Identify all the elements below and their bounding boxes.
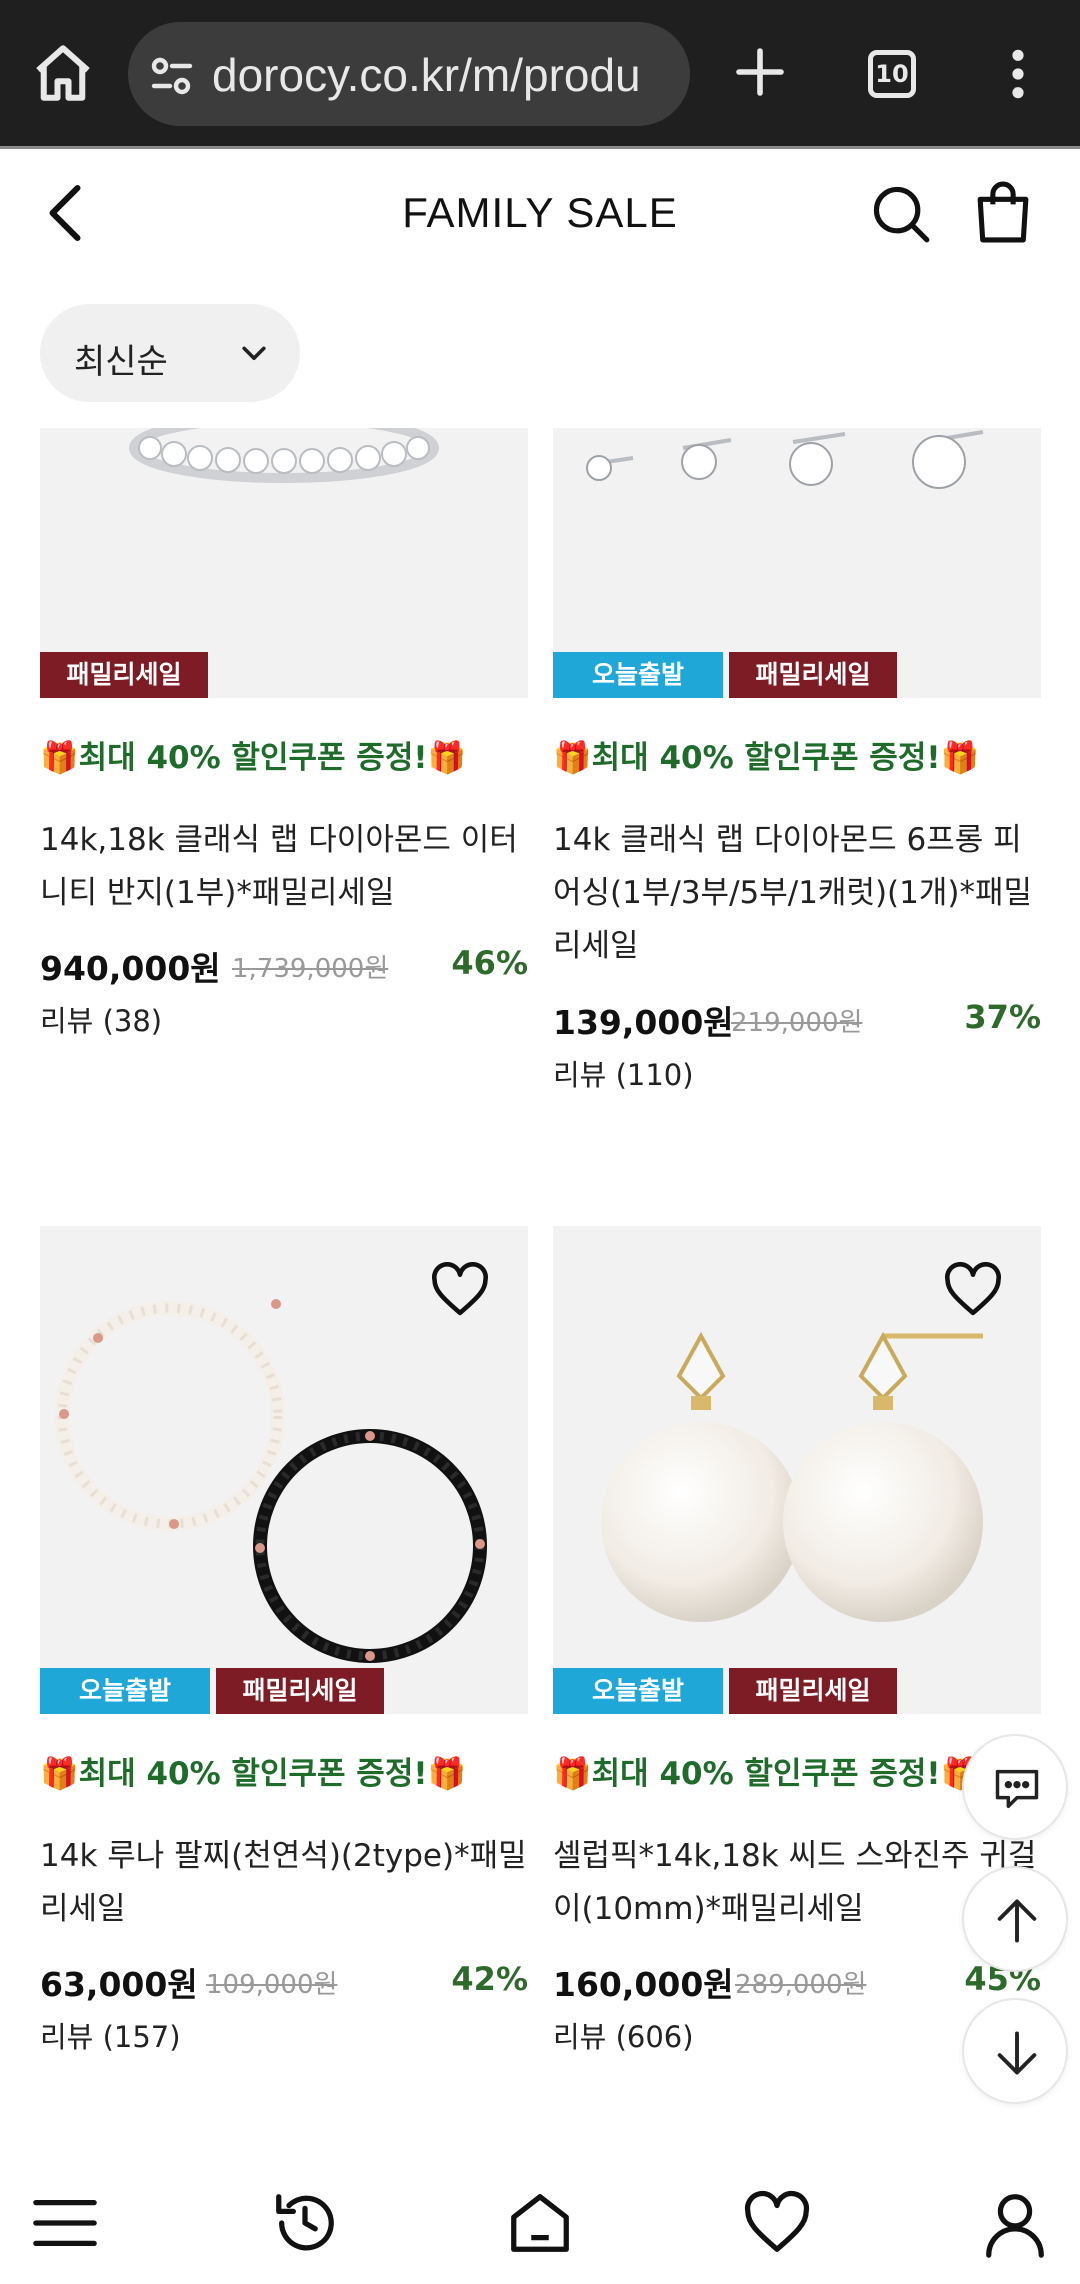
- history-icon[interactable]: [270, 2188, 340, 2258]
- gift-icon: 🎁: [553, 740, 592, 776]
- family-sale-badge: 패밀리세일: [729, 1668, 897, 1714]
- browser-toolbar: dorocy.co.kr/m/produ 10: [0, 0, 1080, 148]
- promo-label: 최대 40% 할인쿠폰 증정!: [78, 740, 428, 776]
- chat-icon: [995, 1769, 1039, 1809]
- promo-text: 🎁최대 40% 할인쿠폰 증정!🎁: [553, 732, 979, 777]
- badge-group: 패밀리세일: [40, 652, 208, 698]
- product-name[interactable]: 14k,18k 클래식 랩 다이아몬드 이터니티 반지(1부)*패밀리세일: [40, 814, 528, 920]
- sale-price: 139,000원: [553, 1003, 734, 1042]
- chat-button[interactable]: [962, 1734, 1068, 1840]
- review-count[interactable]: 리뷰 (157): [40, 2014, 181, 2056]
- promo-label: 최대 40% 할인쿠폰 증정!: [78, 1756, 428, 1792]
- scroll-top-icon: [997, 1899, 1037, 1943]
- promo-text: 🎁최대 40% 할인쿠폰 증정!🎁: [553, 1748, 979, 1793]
- gift-icon: 🎁: [40, 740, 79, 776]
- wishlist-icon[interactable]: [742, 2188, 812, 2258]
- tab-switcher-icon[interactable]: 10: [868, 50, 916, 98]
- home-icon[interactable]: [505, 2188, 575, 2258]
- price-row: 160,000원 289,000원 45%: [553, 1958, 1041, 2004]
- wishlist-heart-icon[interactable]: [428, 1262, 492, 1318]
- sort-label: 최신순: [74, 342, 168, 382]
- badge-group: 오늘출발 패밀리세일: [553, 1668, 897, 1714]
- scroll-bottom-button[interactable]: [962, 1998, 1068, 2104]
- account-icon[interactable]: [980, 2188, 1050, 2258]
- chevron-down-icon: [242, 346, 266, 361]
- ships-today-badge: 오늘출발: [553, 1668, 723, 1714]
- product-name[interactable]: 14k 클래식 랩 다이아몬드 6프롱 피어싱(1부/3부/5부/1캐럿)(1개…: [553, 814, 1041, 973]
- sale-price: 160,000원: [553, 1965, 734, 2004]
- url-text[interactable]: dorocy.co.kr/m/produ: [212, 48, 641, 102]
- price-row: 63,000원 109,000원 42%: [40, 1958, 528, 2004]
- gift-icon: 🎁: [940, 740, 980, 776]
- gift-icon: 🎁: [427, 1756, 467, 1792]
- badge-group: 오늘출발 패밀리세일: [40, 1668, 384, 1714]
- bag-icon[interactable]: [972, 179, 1034, 245]
- home-icon[interactable]: [30, 40, 96, 106]
- review-count[interactable]: 리뷰 (606): [553, 2014, 694, 2056]
- gift-icon: 🎁: [40, 1756, 79, 1792]
- site-header: FAMILY SALE: [0, 149, 1080, 279]
- family-sale-badge: 패밀리세일: [216, 1668, 384, 1714]
- original-price: 1,739,000원: [232, 954, 389, 984]
- sale-price: 63,000원: [40, 1965, 198, 2004]
- price-row: 940,000원 1,739,000원 46%: [40, 942, 528, 988]
- original-price: 109,000원: [206, 1970, 338, 2000]
- review-count[interactable]: 리뷰 (38): [40, 998, 162, 1040]
- gift-icon: 🎁: [553, 1756, 592, 1792]
- discount-rate: 42%: [451, 1960, 528, 1998]
- family-sale-badge: 패밀리세일: [40, 652, 208, 698]
- search-icon[interactable]: [870, 183, 932, 245]
- site-settings-icon[interactable]: [148, 52, 196, 100]
- bottom-nav: [0, 2164, 1080, 2284]
- ships-today-badge: 오늘출발: [40, 1668, 210, 1714]
- wishlist-heart-icon[interactable]: [941, 1262, 1005, 1318]
- promo-label: 최대 40% 할인쿠폰 증정!: [591, 740, 941, 776]
- address-bar[interactable]: dorocy.co.kr/m/produ: [128, 22, 690, 126]
- scroll-bottom-icon: [997, 2031, 1037, 2075]
- sale-price: 940,000원: [40, 949, 221, 988]
- discount-rate: 46%: [451, 944, 528, 982]
- promo-text: 🎁최대 40% 할인쿠폰 증정!🎁: [40, 732, 466, 777]
- promo-label: 최대 40% 할인쿠폰 증정!: [591, 1756, 941, 1792]
- review-count[interactable]: 리뷰 (110): [553, 1052, 694, 1094]
- badge-group: 오늘출발 패밀리세일: [553, 652, 897, 698]
- product-grid: 패밀리세일 🎁최대 40% 할인쿠폰 증정!🎁 14k,18k 클래식 랩 다이…: [0, 428, 1080, 2164]
- original-price: 219,000원: [731, 1008, 863, 1038]
- menu-icon[interactable]: [30, 2188, 100, 2258]
- new-tab-icon[interactable]: [732, 44, 788, 100]
- scroll-top-button[interactable]: [962, 1866, 1068, 1972]
- price-row: 139,000원 219,000원 37%: [553, 996, 1041, 1042]
- discount-rate: 37%: [964, 998, 1041, 1036]
- promo-text: 🎁최대 40% 할인쿠폰 증정!🎁: [40, 1748, 466, 1793]
- product-name[interactable]: 14k 루나 팔찌(천연석)(2type)*패밀리세일: [40, 1830, 528, 1936]
- gift-icon: 🎁: [427, 740, 467, 776]
- more-vert-icon[interactable]: [1000, 46, 1036, 102]
- family-sale-badge: 패밀리세일: [729, 652, 897, 698]
- sort-dropdown[interactable]: 최신순: [40, 304, 300, 402]
- ships-today-badge: 오늘출발: [553, 652, 723, 698]
- original-price: 289,000원: [735, 1970, 867, 2000]
